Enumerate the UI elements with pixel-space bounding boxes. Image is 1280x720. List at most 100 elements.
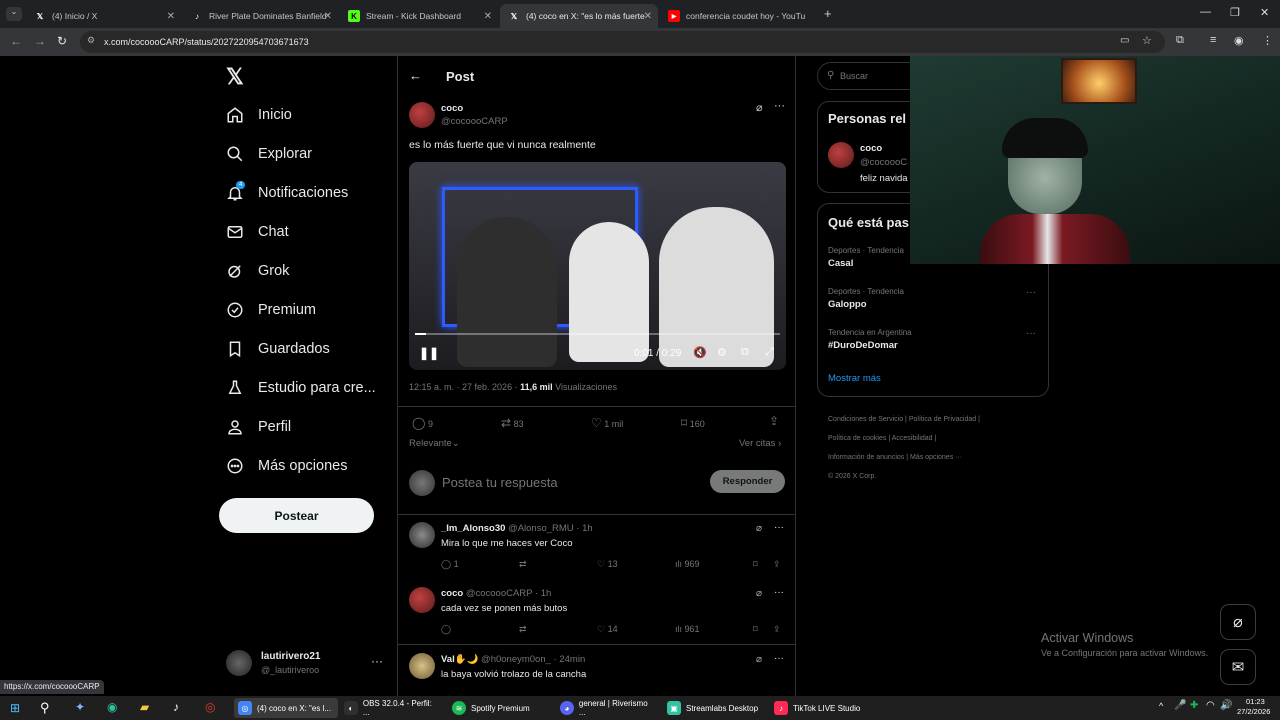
reply-author-handle[interactable]: @h0oneym0on_ · 24min	[481, 654, 585, 665]
tab-youtube[interactable]: ▶ conferencia coudet hoy - YouTu	[660, 4, 815, 28]
show-more-link[interactable]: Mostrar más	[828, 373, 881, 384]
reload-icon[interactable]: ↻	[57, 34, 67, 48]
grok-icon[interactable]: ⌀	[756, 523, 762, 534]
footer-link[interactable]: Condiciones de Servicio	[828, 416, 903, 423]
bookmark-icon[interactable]: ⌑	[753, 624, 758, 635]
microphone-icon[interactable]: 🎤	[1174, 700, 1186, 711]
taskbar-date[interactable]: 27/2/2026	[1237, 707, 1270, 716]
post-timestamp[interactable]: 12:15 a. m. · 27 feb. 2026 ·	[409, 382, 518, 392]
extensions-icon[interactable]: ⧉	[1176, 34, 1184, 47]
reply-author-name[interactable]: _Im_Alonso30	[441, 523, 505, 534]
trend-item[interactable]: Tendencia en Argentina #DuroDeDomar ···	[828, 328, 1040, 351]
close-icon[interactable]: ✕	[167, 11, 175, 22]
nav-explore[interactable]: Explorar	[226, 145, 312, 163]
views-icon[interactable]: ılı 969	[675, 559, 700, 569]
reply-author-avatar[interactable]	[409, 653, 435, 679]
close-icon[interactable]: ✕	[644, 11, 652, 22]
file-explorer-icon[interactable]: ▰	[140, 700, 149, 714]
author-avatar[interactable]	[409, 102, 435, 128]
tray-chevron-icon[interactable]: ^	[1159, 701, 1163, 711]
reply-input[interactable]: Postea tu respuesta	[442, 475, 558, 490]
x-logo-icon[interactable]: 𝕏	[226, 64, 244, 90]
bookmark-star-icon[interactable]: ☆	[1142, 34, 1152, 47]
like-stat[interactable]: ♡ 1 mil	[591, 416, 623, 430]
more-icon[interactable]: ···	[371, 654, 383, 668]
edge-icon[interactable]: ◉	[107, 700, 117, 714]
account-switcher[interactable]: lautirivero21 @_lautiriveroo ···	[226, 648, 386, 680]
close-window-icon[interactable]: ✕	[1260, 6, 1269, 19]
pip-icon[interactable]: ⧉	[741, 346, 749, 359]
wifi-icon[interactable]: ◠	[1206, 700, 1215, 711]
taskbar-app-chrome[interactable]: ◎ (4) coco en X: "es l...	[234, 698, 338, 718]
taskbar-app-tiktok-live[interactable]: ♪ TikTok LIVE Studio	[770, 698, 874, 718]
mute-icon[interactable]: 🔇	[693, 346, 707, 359]
tray-app-icon[interactable]: ✚	[1190, 700, 1198, 711]
tab-inicio[interactable]: 𝕏 (4) Inicio / X ✕	[26, 4, 181, 28]
reply-author-name[interactable]: Val✋🌙	[441, 654, 478, 665]
share-icon[interactable]: ⇪	[769, 414, 779, 428]
share-icon[interactable]: ⇪	[773, 624, 781, 635]
repost-icon[interactable]: ⇄	[519, 624, 527, 635]
more-icon[interactable]: ···	[1026, 287, 1036, 298]
person-handle[interactable]: @cocoooC	[860, 157, 907, 168]
taskbar-app-obs[interactable]: ◐ OBS 32.0.4 - Perfil: ...	[340, 698, 444, 718]
copilot-icon[interactable]: ✦	[75, 700, 85, 714]
volume-icon[interactable]: 🔊	[1220, 700, 1232, 711]
grok-fab[interactable]: ⌀	[1220, 604, 1256, 640]
menu-kebab-icon[interactable]: ⋮	[1262, 34, 1273, 47]
heart-icon[interactable]: ♡ 13	[597, 559, 618, 570]
footer-link[interactable]: Información de anuncios	[828, 454, 904, 461]
close-icon[interactable]: ✕	[484, 11, 492, 22]
tab-tiktok[interactable]: ♪ River Plate Dominates Banfield ✕	[183, 4, 338, 28]
grok-icon[interactable]: ⌀	[756, 588, 762, 599]
nav-notifications[interactable]: 4 Notificaciones	[226, 181, 348, 202]
reply-author-name[interactable]: coco	[441, 588, 463, 599]
reply-item[interactable]: Val✋🌙 @h0oneym0on_ · 24min ⌀ ··· la baya…	[398, 647, 796, 696]
minimize-icon[interactable]: —	[1200, 6, 1211, 18]
nav-bookmarks[interactable]: Guardados	[226, 340, 330, 358]
pause-icon[interactable]: ❚❚	[419, 346, 439, 360]
windows-start-icon[interactable]: ⊞	[10, 701, 20, 715]
post-button[interactable]: Postear	[219, 498, 374, 533]
more-icon[interactable]: ···	[774, 522, 784, 533]
restore-icon[interactable]: ❐	[1230, 6, 1240, 19]
tab-kick[interactable]: K Stream - Kick Dashboard ✕	[340, 4, 498, 28]
reply-item[interactable]: coco @cocoooCARP · 1h ⌀ ··· cada vez se …	[398, 581, 796, 643]
person-avatar[interactable]	[828, 142, 854, 168]
chrome-icon[interactable]: ◎	[205, 700, 215, 714]
bookmark-stat[interactable]: ⌑ 160	[681, 416, 705, 430]
more-icon[interactable]: ···	[774, 653, 784, 664]
footer-link[interactable]: Más opciones ···	[910, 454, 962, 461]
cast-icon[interactable]: ▭	[1120, 35, 1129, 46]
nav-chat[interactable]: Chat	[226, 223, 289, 241]
more-icon[interactable]: ···	[774, 100, 785, 112]
nav-more[interactable]: Más opciones	[226, 457, 347, 475]
reply-icon[interactable]: ◯	[441, 624, 451, 635]
reply-author-handle[interactable]: @cocoooCARP · 1h	[466, 588, 552, 599]
forward-icon[interactable]: →	[34, 34, 46, 48]
taskbar-app-spotify[interactable]: ≋ Spotify Premium	[448, 698, 552, 718]
repost-icon[interactable]: ⇄	[519, 559, 527, 570]
grok-icon[interactable]: ⌀	[756, 654, 762, 665]
reply-author-avatar[interactable]	[409, 522, 435, 548]
video-progress-track[interactable]	[415, 333, 780, 335]
messages-fab[interactable]: ✉	[1220, 649, 1256, 685]
nav-home[interactable]: Inicio	[226, 106, 292, 124]
taskbar-app-discord[interactable]: ◕ general | Riverismo ...	[556, 698, 660, 718]
tab-search-icon[interactable]: ⌄	[6, 7, 22, 21]
tiktok-icon[interactable]: ♪	[173, 700, 179, 714]
search-icon[interactable]: ⚲	[40, 700, 50, 716]
reply-icon[interactable]: ◯ 1	[441, 559, 459, 570]
back-arrow-icon[interactable]: ←	[409, 68, 422, 83]
site-info-icon[interactable]: ⚙	[87, 35, 95, 46]
person-name[interactable]: coco	[860, 143, 882, 154]
reply-item[interactable]: _Im_Alonso30 @Alonso_RMU · 1h ⌀ ··· Mira…	[398, 516, 796, 578]
video-player[interactable]: ❚❚ 0:01 / 0:29 🔇 ⚙ ⧉ ⤢	[409, 162, 786, 370]
nav-grok[interactable]: Grok	[226, 262, 289, 280]
sort-dropdown[interactable]: Relevante⌄	[409, 438, 460, 449]
reply-button[interactable]: Responder	[710, 470, 785, 493]
trend-item[interactable]: Deportes · Tendencia Galoppo ···	[828, 287, 1040, 310]
new-tab-icon[interactable]: +	[824, 6, 832, 21]
nav-premium[interactable]: Premium	[226, 301, 316, 319]
more-icon[interactable]: ···	[774, 587, 784, 598]
